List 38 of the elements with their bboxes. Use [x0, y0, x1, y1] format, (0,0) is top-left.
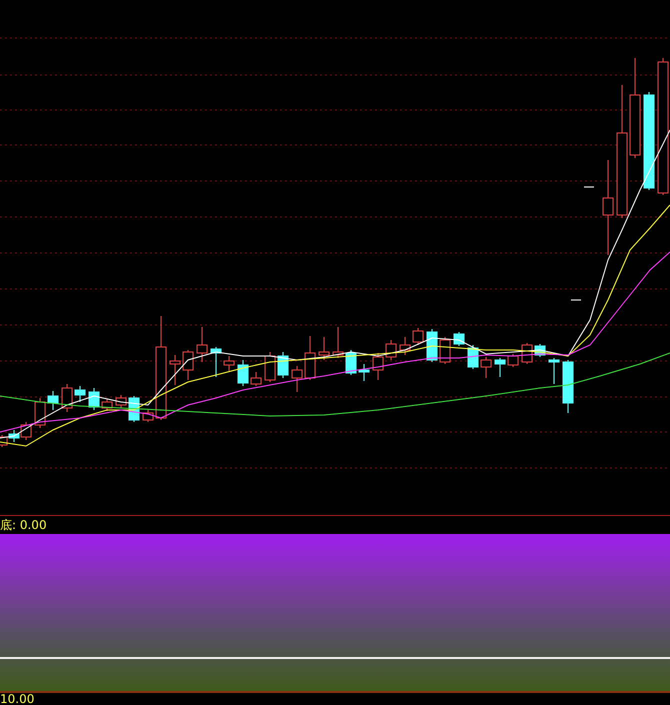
- candlestick: [440, 336, 450, 364]
- candlestick: [372, 352, 384, 380]
- candlestick: [454, 332, 464, 346]
- candlestick: [318, 336, 330, 360]
- candlestick: [250, 372, 262, 386]
- candlestick: [562, 360, 574, 414]
- candlestick: [332, 326, 344, 358]
- candlestick: [346, 350, 356, 376]
- candlestick: [358, 364, 370, 382]
- candlestick: [508, 354, 518, 368]
- candlestick: [62, 384, 72, 412]
- candlestick: [426, 328, 438, 362]
- candlestick: [494, 358, 506, 378]
- candlestick: [116, 394, 126, 408]
- candlestick: [88, 388, 100, 410]
- candlestick: [48, 390, 58, 410]
- candlestick: [238, 360, 248, 386]
- candlestick: [74, 386, 86, 402]
- candlestick: [480, 356, 492, 378]
- candlestick: [548, 358, 560, 384]
- candlestick: [264, 352, 276, 382]
- candlestick: [386, 340, 396, 360]
- candlestick: [34, 398, 46, 428]
- candlestick: [102, 398, 112, 412]
- price-tick-mark: [584, 186, 594, 188]
- candlestick: [182, 350, 194, 380]
- candlestick: [224, 356, 234, 372]
- indicator-label: 底: 0.00: [0, 516, 47, 534]
- candlestick: [170, 354, 180, 386]
- candlestick: [196, 326, 208, 362]
- candlestick: [292, 366, 302, 392]
- candlestick: [142, 410, 154, 422]
- candlestick: [278, 352, 288, 378]
- axis-label: 10.00: [0, 692, 34, 705]
- candlestick: [210, 346, 222, 378]
- candlestick: [400, 336, 410, 356]
- candlestick: [304, 336, 316, 380]
- candlestick: [412, 328, 424, 346]
